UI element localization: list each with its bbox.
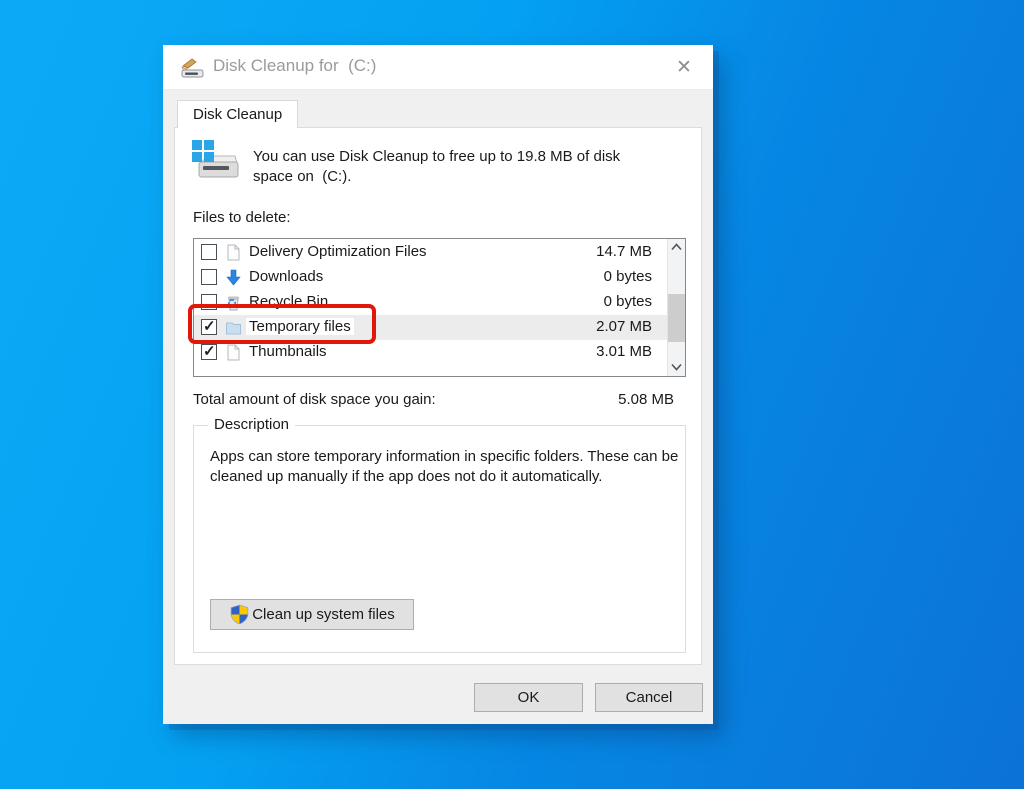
list-item-temporary-files[interactable]: ✓ Temporary files 2.07 MB bbox=[194, 315, 667, 340]
file-name: Downloads bbox=[249, 268, 323, 285]
file-name: Recycle Bin bbox=[249, 293, 328, 310]
list-item-recycle-bin[interactable]: Recycle Bin 0 bytes bbox=[194, 290, 667, 315]
file-size: 0 bytes bbox=[604, 293, 652, 310]
list-item-downloads[interactable]: Downloads 0 bytes bbox=[194, 265, 667, 290]
title-bar[interactable]: Disk Cleanup for (C:) ✕ bbox=[163, 45, 713, 90]
desktop-background: Disk Cleanup for (C:) ✕ Disk Cleanup You… bbox=[0, 0, 1024, 789]
checkbox[interactable] bbox=[201, 294, 217, 310]
description-text: Apps can store temporary information in … bbox=[210, 447, 686, 487]
disk-cleanup-dialog: Disk Cleanup for (C:) ✕ Disk Cleanup You… bbox=[163, 45, 713, 724]
disk-cleanup-icon bbox=[179, 57, 205, 79]
scroll-up-icon[interactable] bbox=[668, 239, 685, 256]
file-name: Delivery Optimization Files bbox=[249, 243, 427, 260]
scrollbar[interactable] bbox=[667, 239, 685, 376]
files-listbox: Delivery Optimization Files 14.7 MB Down… bbox=[193, 238, 686, 377]
description-legend: Description bbox=[208, 416, 295, 433]
tab-strip: Disk Cleanup bbox=[163, 90, 713, 127]
disk-cleanup-page: You can use Disk Cleanup to free up to 1… bbox=[174, 127, 702, 665]
clean-up-system-files-button[interactable]: Clean up system files bbox=[210, 599, 414, 630]
intro-text: You can use Disk Cleanup to free up to 1… bbox=[253, 147, 655, 187]
file-size: 14.7 MB bbox=[596, 243, 652, 260]
file-size: 0 bytes bbox=[604, 268, 652, 285]
hard-disk-icon bbox=[191, 139, 239, 183]
checkbox[interactable]: ✓ bbox=[201, 319, 217, 335]
total-gain-label: Total amount of disk space you gain: bbox=[193, 391, 676, 408]
checkbox[interactable]: ✓ bbox=[201, 344, 217, 360]
window-title: Disk Cleanup for (C:) bbox=[213, 56, 376, 76]
checkbox[interactable] bbox=[201, 269, 217, 285]
file-icon bbox=[225, 244, 242, 261]
list-item-delivery-optimization[interactable]: Delivery Optimization Files 14.7 MB bbox=[194, 240, 667, 265]
file-rows: Delivery Optimization Files 14.7 MB Down… bbox=[194, 240, 667, 365]
checkbox[interactable] bbox=[201, 244, 217, 260]
scrollbar-thumb[interactable] bbox=[668, 294, 685, 342]
description-groupbox: Description Apps can store temporary inf… bbox=[193, 425, 686, 653]
uac-shield-icon bbox=[229, 604, 250, 625]
ok-button[interactable]: OK bbox=[474, 683, 583, 712]
file-size: 2.07 MB bbox=[596, 318, 652, 335]
file-size: 3.01 MB bbox=[596, 343, 652, 360]
file-icon bbox=[225, 344, 242, 361]
total-gain-value: 5.08 MB bbox=[618, 391, 674, 408]
clean-up-system-files-label: Clean up system files bbox=[252, 606, 395, 623]
file-name: Temporary files bbox=[246, 318, 354, 335]
cancel-button[interactable]: Cancel bbox=[595, 683, 703, 712]
folder-icon bbox=[225, 319, 242, 336]
recycle-bin-icon bbox=[225, 294, 242, 311]
files-to-delete-label: Files to delete: bbox=[193, 209, 291, 226]
download-arrow-icon bbox=[225, 269, 242, 286]
tab-disk-cleanup[interactable]: Disk Cleanup bbox=[177, 100, 298, 128]
scroll-down-icon[interactable] bbox=[668, 359, 685, 376]
list-item-thumbnails[interactable]: ✓ Thumbnails 3.01 MB bbox=[194, 340, 667, 365]
close-icon[interactable]: ✕ bbox=[669, 54, 699, 81]
file-name: Thumbnails bbox=[249, 343, 327, 360]
